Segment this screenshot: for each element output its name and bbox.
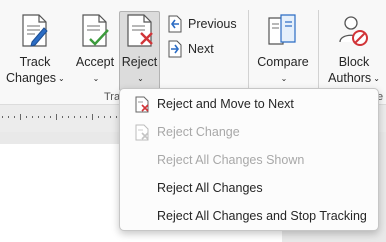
menu-item-label: Reject All Changes Shown <box>157 153 305 167</box>
menu-item-label: Reject Change <box>157 125 240 139</box>
accept-chevron-row: ⌄ <box>72 71 118 86</box>
accept-button[interactable]: Accept ⌄ <box>72 12 118 90</box>
menu-item-reject-all-changes-and-stop-tracking[interactable]: Reject All Changes and Stop Tracking <box>120 202 378 230</box>
track-changes-label-line1: Track <box>19 55 51 69</box>
block-authors-icon <box>339 16 368 46</box>
block-authors-label-line2-text: Authors <box>328 71 372 85</box>
reject-dropdown-menu: Reject and Move to Next Reject Change Re… <box>119 88 379 231</box>
chevron-down-icon: ⌄ <box>58 74 65 83</box>
ribbon-group-separator <box>248 10 249 92</box>
next-change-icon <box>168 40 182 58</box>
chevron-down-icon: ⌄ <box>92 74 100 83</box>
compare-chevron-row: ⌄ <box>252 71 314 86</box>
next-button[interactable]: Next <box>167 39 247 59</box>
ribbon-group-separator <box>318 10 319 92</box>
chevron-down-icon: ⌄ <box>373 74 380 83</box>
next-label: Next <box>188 42 214 56</box>
accept-label-text: Accept <box>75 55 115 69</box>
reject-icon <box>126 14 153 47</box>
reject-change-icon <box>135 124 149 141</box>
track-changes-label-line2: Changes ⌄ <box>6 71 65 86</box>
menu-item-label: Reject All Changes and Stop Tracking <box>157 209 367 223</box>
reject-label-text: Reject <box>121 55 158 69</box>
compare-label-text: Compare <box>257 55 309 69</box>
compare-label: Compare <box>252 55 314 70</box>
reject-button[interactable]: Reject ⌄ <box>119 12 160 90</box>
block-authors-label-line1: Block <box>338 55 370 69</box>
previous-change-icon <box>168 15 182 33</box>
track-changes-button[interactable]: Track Changes ⌄ <box>6 12 65 90</box>
menu-item-label: Reject All Changes <box>157 181 263 195</box>
reject-and-move-icon <box>135 96 149 113</box>
reject-chevron-row: ⌄ <box>119 71 160 86</box>
chevron-down-icon: ⌄ <box>280 74 288 83</box>
track-changes-label-line2-text: Changes <box>6 71 57 85</box>
track-changes-icon <box>22 14 48 47</box>
menu-item-reject-and-move-to-next[interactable]: Reject and Move to Next <box>120 90 378 118</box>
menu-item-reject-all-changes-shown[interactable]: Reject All Changes Shown <box>120 146 378 174</box>
previous-button[interactable]: Previous <box>167 14 247 34</box>
block-authors-button[interactable]: Block Authors ⌄ <box>322 12 386 90</box>
menu-item-reject-change[interactable]: Reject Change <box>120 118 378 146</box>
chevron-down-icon: ⌄ <box>137 74 144 83</box>
accept-icon <box>82 14 109 47</box>
menu-item-label: Reject and Move to Next <box>157 97 294 111</box>
compare-icon <box>268 14 296 45</box>
menu-item-reject-all-changes[interactable]: Reject All Changes <box>120 174 378 202</box>
accept-label: Accept <box>72 55 118 70</box>
reject-label: Reject <box>119 55 160 70</box>
previous-label: Previous <box>188 17 237 31</box>
tracking-group-label: Tra <box>104 91 121 103</box>
compare-button[interactable]: Compare ⌄ <box>252 12 314 90</box>
block-authors-label-line2: Authors ⌄ <box>322 71 386 86</box>
